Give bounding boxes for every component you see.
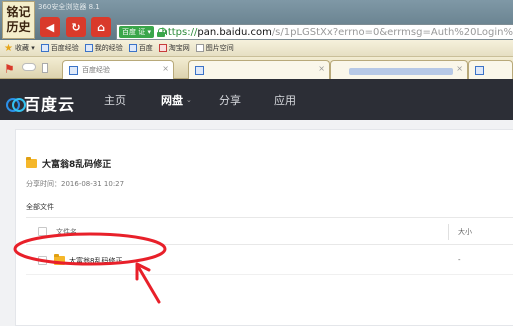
url-scheme: https:// [161,26,198,38]
favorites-menu[interactable]: ★ 收藏 ▾ [4,43,35,54]
favorite-label: 百度 [138,44,153,52]
file-size: - [458,256,461,264]
nav-netdisk[interactable]: 网盘 ⌄ [161,79,192,120]
lock-icon [156,27,164,37]
content-area: 大富翁8乱码修正 分享时间：2016-08-31 10:27 全部文件 文件名 … [0,120,513,326]
browser-titlebar: 铭记 历史 360安全浏览器 8.1 ◀ ↻ ⌂ 百度 证 ▾ https://… [0,0,513,40]
tab-page[interactable]: × [330,60,468,79]
favorite-label: 图片空间 [205,44,234,52]
tab-baidu-jingyan[interactable]: 百度经验 × [62,60,174,79]
tab-page[interactable]: × [188,60,330,79]
baidu-cloud-header: 百度云 主页 网盘 ⌄ 分享 应用 [0,79,513,120]
favorite-link[interactable]: 淘宝网 [158,43,190,53]
nav-apps[interactable]: 应用 [274,79,296,120]
page-icon [195,44,204,52]
file-name[interactable]: 大富翁8乱码修正 [69,256,122,266]
column-divider [448,224,449,240]
site-icon [40,44,49,52]
column-name-header[interactable]: 文件名 [56,227,77,237]
close-icon[interactable]: × [456,64,463,73]
site-icon [475,65,484,75]
home-icon: ⌂ [97,20,105,34]
tab-title-blurred [349,68,453,75]
chevron-down-icon: ⌄ [186,95,192,104]
browser-logo: 铭记 历史 [2,1,35,39]
back-button[interactable]: ◀ [40,17,60,37]
home-button[interactable]: ⌂ [91,17,111,37]
favorite-link[interactable]: 图片空间 [195,43,234,53]
sidebar-toggle-icon[interactable] [42,63,48,73]
select-all-checkbox[interactable] [38,227,47,236]
cloud-icon[interactable] [22,63,36,71]
site-icon [195,65,204,75]
close-icon[interactable]: × [318,64,325,73]
breadcrumb-all-files[interactable]: 全部文件 [26,202,54,212]
refresh-icon: ↻ [71,20,81,34]
folder-icon [54,254,65,265]
tab-bar: ⚑ 百度经验 × × × [0,57,513,79]
favorite-label: 我的经验 [94,44,123,52]
nav-home[interactable]: 主页 [104,79,126,120]
nav-label: 网盘 [161,93,183,107]
file-table-header: 文件名 大小 [26,217,513,245]
favorite-link[interactable]: 我的经验 [84,43,123,53]
address-bar[interactable]: 百度 证 ▾ https://pan.baidu.com/s/1pLGStXx?… [116,24,513,40]
star-icon: ★ [4,42,13,54]
tab-page[interactable] [468,60,513,79]
cloud-logo-icon [6,95,26,112]
favorites-label: 收藏 ▾ [14,44,35,52]
favorite-link[interactable]: 百度经验 [40,43,79,53]
tab-label: 百度经验 [82,66,110,74]
certificate-badge[interactable]: 百度 证 ▾ [119,26,154,38]
share-title: 大富翁8乱码修正 [26,157,111,170]
taobao-icon [158,44,167,52]
browser-logo-line2: 历史 [6,20,31,34]
favorite-link[interactable]: 百度 [128,43,153,53]
share-card: 大富翁8乱码修正 分享时间：2016-08-31 10:27 全部文件 文件名 … [15,129,513,326]
logo-text: 百度云 [24,95,76,114]
favorite-label: 淘宝网 [168,44,190,52]
refresh-button[interactable]: ↻ [66,17,86,37]
browser-logo-line1: 铭记 [6,5,31,19]
row-checkbox[interactable] [38,256,47,265]
site-icon [69,65,78,75]
nav-label: 分享 [219,93,241,107]
table-row[interactable]: 大富翁8乱码修正 - [26,247,513,275]
nav-label: 应用 [274,93,296,107]
folder-icon [26,157,37,168]
site-icon [128,44,137,52]
favorites-bar: ★ 收藏 ▾ 百度经验 我的经验 百度 淘宝网 图片空间 [0,40,513,57]
browser-title: 360安全浏览器 8.1 [38,3,100,11]
nav-share[interactable]: 分享 [219,79,241,120]
baidu-cloud-logo[interactable]: 百度云 [6,91,75,115]
close-icon[interactable]: × [162,64,169,73]
share-title-text: 大富翁8乱码修正 [42,160,112,170]
url-domain: pan.baidu.com [197,26,272,38]
back-arrow-icon: ◀ [45,20,55,34]
favorite-label: 百度经验 [50,44,79,52]
nav-label: 主页 [104,93,126,107]
share-time: 分享时间：2016-08-31 10:27 [26,180,125,188]
url-text[interactable]: https://pan.baidu.com/s/1pLGStXx?errno=0… [161,27,513,38]
flag-icon[interactable]: ⚑ [4,62,15,76]
site-icon [84,44,93,52]
column-size-header[interactable]: 大小 [458,227,472,237]
url-path: /s/1pLGStXx?errno=0&errmsg=Auth%20Login% [271,26,513,38]
